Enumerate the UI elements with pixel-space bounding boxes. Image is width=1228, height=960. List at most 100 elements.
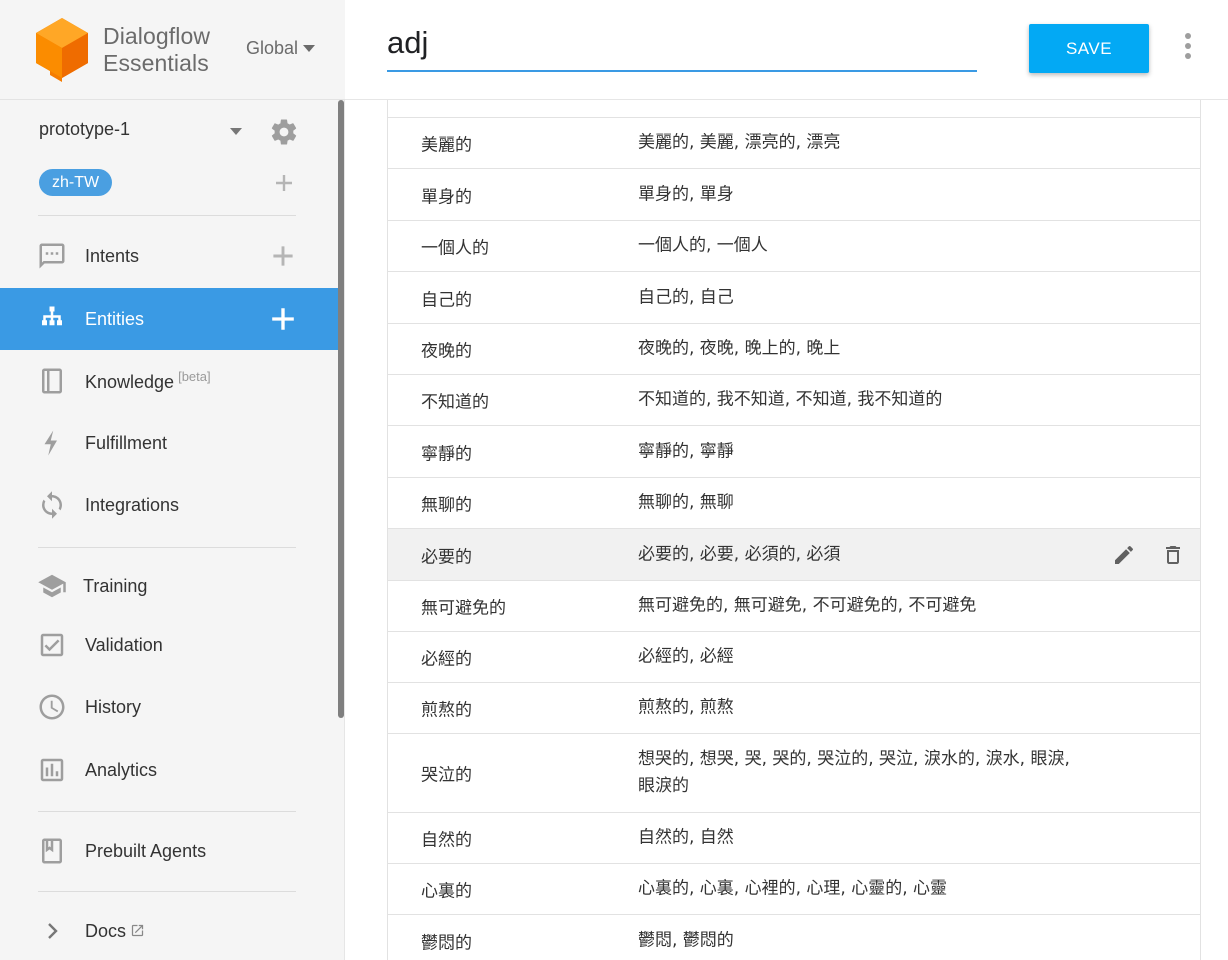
dialogflow-logo[interactable] — [36, 18, 88, 82]
reference-value[interactable]: 單身的 — [421, 182, 472, 207]
synonyms[interactable]: 一個人的, 一個人 — [638, 233, 1078, 260]
knowledge-label: Knowledge — [85, 372, 175, 392]
reference-value[interactable]: 自己的 — [421, 285, 472, 310]
more-options-icon[interactable] — [1181, 33, 1195, 59]
table-row[interactable]: 必經的 必經的, 必經 — [388, 632, 1200, 683]
bookmark-book-icon — [37, 836, 67, 866]
sidebar-item-fulfillment[interactable]: Fulfillment — [0, 412, 338, 474]
divider — [38, 811, 296, 812]
table-row[interactable]: 心裏的 心裏的, 心裏, 心裡的, 心理, 心靈的, 心靈 — [388, 864, 1200, 915]
reference-value[interactable]: 一個人的 — [421, 234, 489, 259]
sidebar: Dialogflow Essentials Global prototype-1… — [0, 0, 345, 960]
sidebar-item-validation[interactable]: Validation — [0, 614, 338, 676]
table-row[interactable]: 哭泣的 想哭的, 想哭, 哭, 哭的, 哭泣的, 哭泣, 淚水的, 淚水, 眼淚… — [388, 734, 1200, 813]
external-link-icon — [131, 924, 144, 936]
entity-name-input[interactable] — [387, 22, 977, 72]
synonyms[interactable]: 必經的, 必經 — [638, 644, 1078, 671]
sidebar-item-history[interactable]: History — [0, 676, 338, 738]
reference-value[interactable]: 無可避免的 — [421, 594, 506, 619]
reference-value[interactable]: 不知道的 — [421, 388, 489, 413]
table-row[interactable]: 煎熬的 煎熬的, 煎熬 — [388, 683, 1200, 734]
sidebar-item-label: Knowledge [beta] — [85, 369, 211, 393]
sidebar-item-intents[interactable]: Intents — [0, 225, 338, 287]
chat-bubble-icon — [37, 241, 67, 271]
sidebar-item-docs[interactable]: Docs — [0, 900, 338, 960]
brand-header: Dialogflow Essentials Global — [0, 0, 345, 100]
add-entity-icon[interactable] — [271, 307, 295, 331]
lightning-icon — [37, 428, 67, 458]
row-actions — [1112, 543, 1185, 567]
table-row[interactable]: 美麗的 美麗的, 美麗, 漂亮的, 漂亮 — [388, 118, 1200, 169]
table-row[interactable]: 無可避免的 無可避免的, 無可避免, 不可避免的, 不可避免 — [388, 581, 1200, 632]
sidebar-item-analytics[interactable]: Analytics — [0, 739, 338, 801]
agent-selector[interactable]: prototype-1 — [39, 119, 130, 140]
synonyms[interactable]: 無可避免的, 無可避免, 不可避免的, 不可避免 — [638, 593, 1078, 620]
region-label: Global — [246, 38, 299, 58]
table-row[interactable]: 一個人的 一個人的, 一個人 — [388, 221, 1200, 272]
sidebar-item-entities[interactable]: Entities — [0, 288, 338, 350]
sidebar-item-label: Integrations — [85, 494, 180, 515]
synonyms[interactable]: 自己的, 自己 — [638, 284, 1078, 311]
caret-down-icon — [303, 45, 316, 52]
table-row — [388, 100, 1200, 118]
synonyms[interactable]: 必要的, 必要, 必須的, 必須 — [638, 541, 1078, 568]
region-selector[interactable]: Global — [246, 38, 316, 59]
table-row[interactable]: 夜晚的 夜晚的, 夜晚, 晚上的, 晚上 — [388, 324, 1200, 375]
add-language-icon[interactable] — [274, 173, 294, 193]
sidebar-item-label: Prebuilt Agents — [85, 840, 207, 861]
save-button[interactable]: SAVE — [1029, 24, 1149, 73]
table-row[interactable]: 鬱悶的 鬱悶, 鬱悶的 — [388, 915, 1200, 960]
entity-entries-table: 美麗的 美麗的, 美麗, 漂亮的, 漂亮 單身的 單身的, 單身 一個人的 一個… — [387, 100, 1201, 960]
divider — [38, 215, 296, 216]
table-row[interactable]: 無聊的 無聊的, 無聊 — [388, 478, 1200, 529]
delete-trash-icon[interactable] — [1161, 543, 1185, 567]
sidebar-item-label: Entities — [85, 308, 145, 329]
table-row[interactable]: 自然的 自然的, 自然 — [388, 813, 1200, 864]
reference-value[interactable]: 煎熬的 — [421, 696, 472, 721]
sidebar-item-label: Fulfillment — [85, 432, 168, 453]
sidebar-item-prebuilt-agents[interactable]: Prebuilt Agents — [0, 820, 338, 882]
reference-value[interactable]: 寧靜的 — [421, 439, 472, 464]
checkbox-icon — [37, 630, 67, 660]
reference-value[interactable]: 自然的 — [421, 826, 472, 851]
reference-value[interactable]: 鬱悶的 — [421, 929, 472, 954]
add-intent-icon[interactable] — [271, 244, 295, 268]
sidebar-item-integrations[interactable]: Integrations — [0, 474, 338, 536]
synonyms[interactable]: 心裏的, 心裏, 心裡的, 心理, 心靈的, 心靈 — [638, 876, 1078, 903]
agent-caret-down-icon[interactable] — [230, 128, 242, 135]
table-row[interactable]: 不知道的 不知道的, 我不知道, 不知道, 我不知道的 — [388, 375, 1200, 426]
reference-value[interactable]: 夜晚的 — [421, 337, 472, 362]
docs-label: Docs — [85, 920, 127, 941]
synonyms[interactable]: 不知道的, 我不知道, 不知道, 我不知道的 — [638, 387, 1078, 414]
chevron-right-icon — [37, 916, 67, 946]
sidebar-item-label: Docs — [85, 921, 145, 942]
bar-chart-icon — [37, 755, 67, 785]
reference-value[interactable]: 無聊的 — [421, 491, 472, 516]
sync-icon — [37, 490, 67, 520]
synonyms[interactable]: 美麗的, 美麗, 漂亮的, 漂亮 — [638, 130, 1078, 157]
reference-value[interactable]: 哭泣的 — [421, 761, 472, 786]
table-row[interactable]: 單身的 單身的, 單身 — [388, 169, 1200, 221]
sidebar-item-training[interactable]: Training — [0, 555, 338, 617]
edit-pencil-icon[interactable] — [1112, 543, 1136, 567]
synonyms[interactable]: 無聊的, 無聊 — [638, 490, 1078, 517]
table-row[interactable]: 必要的 必要的, 必要, 必須的, 必須 — [388, 529, 1200, 581]
reference-value[interactable]: 必要的 — [421, 542, 472, 567]
synonyms[interactable]: 寧靜的, 寧靜 — [638, 438, 1078, 465]
reference-value[interactable]: 美麗的 — [421, 131, 472, 156]
synonyms[interactable]: 想哭的, 想哭, 哭, 哭的, 哭泣的, 哭泣, 淚水的, 淚水, 眼淚, 眼淚… — [638, 746, 1078, 800]
synonyms[interactable]: 自然的, 自然 — [638, 825, 1078, 852]
language-chip[interactable]: zh-TW — [39, 169, 113, 196]
table-row[interactable]: 寧靜的 寧靜的, 寧靜 — [388, 426, 1200, 478]
product-name-line2: Essentials — [103, 50, 209, 76]
sidebar-item-knowledge[interactable]: Knowledge [beta] — [0, 350, 338, 412]
table-row[interactable]: 自己的 自己的, 自己 — [388, 272, 1200, 324]
gear-icon[interactable] — [269, 117, 299, 147]
reference-value[interactable]: 心裏的 — [421, 877, 472, 902]
synonyms[interactable]: 夜晚的, 夜晚, 晚上的, 晚上 — [638, 336, 1078, 363]
synonyms[interactable]: 鬱悶, 鬱悶的 — [638, 928, 1078, 955]
synonyms[interactable]: 單身的, 單身 — [638, 181, 1078, 208]
synonyms[interactable]: 煎熬的, 煎熬 — [638, 695, 1078, 722]
reference-value[interactable]: 必經的 — [421, 645, 472, 670]
sidebar-scrollbar[interactable] — [338, 100, 344, 718]
